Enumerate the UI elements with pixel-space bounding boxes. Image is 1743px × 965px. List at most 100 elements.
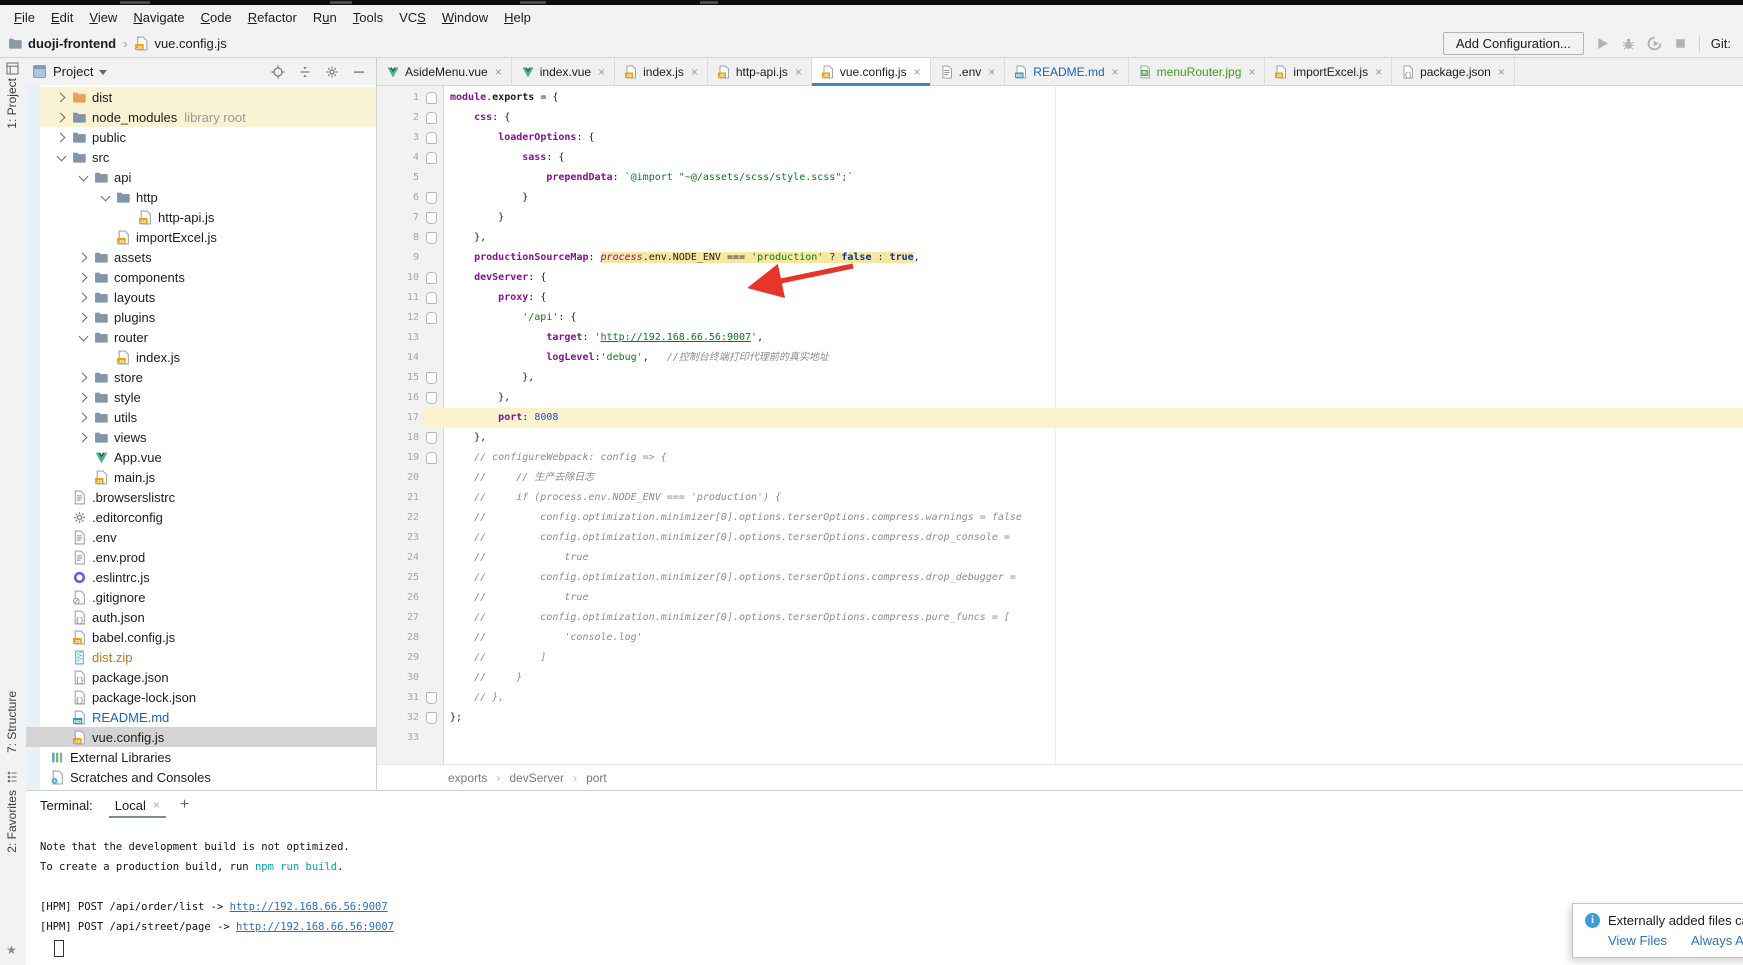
chevron-right-icon[interactable] — [55, 132, 65, 142]
tree-item-auth.json[interactable]: {}auth.json — [26, 607, 376, 627]
code-line[interactable]: 10 devServer: { — [377, 268, 1743, 288]
collapse-all-icon[interactable] — [298, 65, 312, 79]
chevron-right-icon[interactable] — [77, 392, 87, 402]
tree-item-.env[interactable]: .env — [26, 527, 376, 547]
fold-marker[interactable] — [426, 152, 437, 164]
fold-marker[interactable] — [426, 432, 437, 444]
tree-item-node_modules[interactable]: node_moduleslibrary root — [26, 107, 376, 127]
fold-marker[interactable] — [426, 112, 437, 124]
code-line[interactable]: 17 port: 8008 — [377, 408, 1743, 428]
fold-marker[interactable] — [426, 392, 437, 404]
code-line[interactable]: 5 prependData: `@import "~@/assets/scss/… — [377, 168, 1743, 188]
project-tool-icon[interactable] — [6, 62, 19, 75]
code-line[interactable]: 8 }, — [377, 228, 1743, 248]
menu-refactor[interactable]: Refactor — [240, 8, 305, 27]
tree-item-style[interactable]: style — [26, 387, 376, 407]
chevron-right-icon[interactable] — [77, 432, 87, 442]
tab-AsideMenu.vue[interactable]: AsideMenu.vue× — [377, 58, 512, 85]
code-line[interactable]: 2 css: { — [377, 108, 1743, 128]
tree-item-api[interactable]: api — [26, 167, 376, 187]
tree-item-public[interactable]: public — [26, 127, 376, 147]
structure-tool-icon[interactable] — [6, 770, 19, 783]
terminal-label[interactable]: Terminal: — [40, 798, 93, 813]
menu-navigate[interactable]: Navigate — [125, 8, 192, 27]
code-line[interactable]: 16 }, — [377, 388, 1743, 408]
breadcrumb-file[interactable]: vue.config.js — [154, 36, 226, 51]
code-line[interactable]: 7 } — [377, 208, 1743, 228]
tree-item-layouts[interactable]: layouts — [26, 287, 376, 307]
menu-window[interactable]: Window — [434, 8, 496, 27]
tab-package.json[interactable]: {}package.json× — [1392, 58, 1515, 85]
tree-item-views[interactable]: views — [26, 427, 376, 447]
chevron-right-icon[interactable] — [77, 272, 87, 282]
terminal-link[interactable]: http://192.168.66.56:9007 — [236, 921, 394, 933]
chevron-right-icon[interactable] — [55, 112, 65, 122]
close-icon[interactable]: × — [988, 65, 995, 79]
chevron-right-icon[interactable] — [77, 252, 87, 262]
tree-item-README.md[interactable]: MDREADME.md — [26, 707, 376, 727]
tree-item-utils[interactable]: utils — [26, 407, 376, 427]
code-line[interactable]: 20 // // 生产去除日志 — [377, 468, 1743, 488]
terminal-tab-local[interactable]: Local × — [107, 793, 168, 818]
view-files-link[interactable]: View Files — [1608, 933, 1667, 948]
stripe-structure-label[interactable]: 7: Structure — [5, 691, 19, 753]
chevron-right-icon[interactable] — [77, 292, 87, 302]
close-icon[interactable]: × — [1375, 65, 1382, 79]
tab-importExcel.js[interactable]: JSimportExcel.js× — [1265, 58, 1392, 85]
tree-item-vue.config.js[interactable]: JSvue.config.js — [26, 727, 376, 747]
terminal-link[interactable]: http://192.168.66.56:9007 — [230, 901, 388, 913]
code-line[interactable]: 12 '/api': { — [377, 308, 1743, 328]
chevron-right-icon[interactable] — [55, 92, 65, 102]
new-terminal-icon[interactable]: + — [180, 796, 189, 814]
stop-icon[interactable] — [1673, 36, 1688, 51]
code-line[interactable]: 1module.exports = { — [377, 88, 1743, 108]
tab-.env[interactable]: .env× — [931, 58, 1006, 85]
chevron-right-icon[interactable] — [77, 312, 87, 322]
code-line[interactable]: 13 target: 'http://192.168.66.56:9007', — [377, 328, 1743, 348]
menu-code[interactable]: Code — [193, 8, 240, 27]
code-line[interactable]: 19 // configureWebpack: config => { — [377, 448, 1743, 468]
editor-breadcrumb-port[interactable]: port — [581, 771, 612, 785]
code-line[interactable]: 23 // config.optimization.minimizer[0].o… — [377, 528, 1743, 548]
close-icon[interactable]: × — [598, 65, 605, 79]
tree-item-dist.zip[interactable]: dist.zip — [26, 647, 376, 667]
tree-item-dist[interactable]: dist — [26, 87, 376, 107]
chevron-down-icon[interactable] — [56, 151, 66, 161]
tree-item-babel.config.js[interactable]: JSbabel.config.js — [26, 627, 376, 647]
tree-item-src[interactable]: src — [26, 147, 376, 167]
tree-item-package.json[interactable]: {}package.json — [26, 667, 376, 687]
tree-item-Scratches and Consoles[interactable]: Scratches and Consoles — [26, 767, 376, 787]
menu-run[interactable]: Run — [305, 8, 345, 27]
tab-index.js[interactable]: JSindex.js× — [615, 58, 708, 85]
fold-marker[interactable] — [426, 212, 437, 224]
tree-item-App.vue[interactable]: App.vue — [26, 447, 376, 467]
tree-item-.browserslistrc[interactable]: .browserslistrc — [26, 487, 376, 507]
tree-item-External Libraries[interactable]: External Libraries — [26, 747, 376, 767]
stripe-project-label[interactable]: 1: Project — [5, 78, 19, 129]
code-line[interactable]: 21 // if (process.env.NODE_ENV === 'prod… — [377, 488, 1743, 508]
hide-panel-icon[interactable] — [352, 65, 366, 79]
fold-marker[interactable] — [426, 712, 437, 724]
run-icon[interactable] — [1595, 36, 1610, 51]
tab-vue.config.js[interactable]: JSvue.config.js× — [812, 58, 931, 85]
menu-edit[interactable]: Edit — [43, 8, 81, 27]
tree-item-package-lock.json[interactable]: {}package-lock.json — [26, 687, 376, 707]
code-line[interactable]: 15 }, — [377, 368, 1743, 388]
project-panel-title[interactable]: Project — [53, 64, 93, 79]
editor-breadcrumb-devServer[interactable]: devServer — [504, 771, 569, 785]
close-icon[interactable]: × — [153, 798, 160, 812]
fold-marker[interactable] — [426, 372, 437, 384]
tree-item-http[interactable]: http — [26, 187, 376, 207]
tree-item-main.js[interactable]: JSmain.js — [26, 467, 376, 487]
tree-item-importExcel.js[interactable]: JSimportExcel.js — [26, 227, 376, 247]
menu-tools[interactable]: Tools — [345, 8, 391, 27]
fold-marker[interactable] — [426, 92, 437, 104]
close-icon[interactable]: × — [795, 65, 802, 79]
code-line[interactable]: 28 // 'console.log' — [377, 628, 1743, 648]
close-icon[interactable]: × — [1112, 65, 1119, 79]
code-line[interactable]: 4 sass: { — [377, 148, 1743, 168]
tree-item-.eslintrc.js[interactable]: .eslintrc.js — [26, 567, 376, 587]
tab-README.md[interactable]: MDREADME.md× — [1005, 58, 1128, 85]
tab-menuRouter.jpg[interactable]: menuRouter.jpg× — [1129, 58, 1266, 85]
tree-item-components[interactable]: components — [26, 267, 376, 287]
